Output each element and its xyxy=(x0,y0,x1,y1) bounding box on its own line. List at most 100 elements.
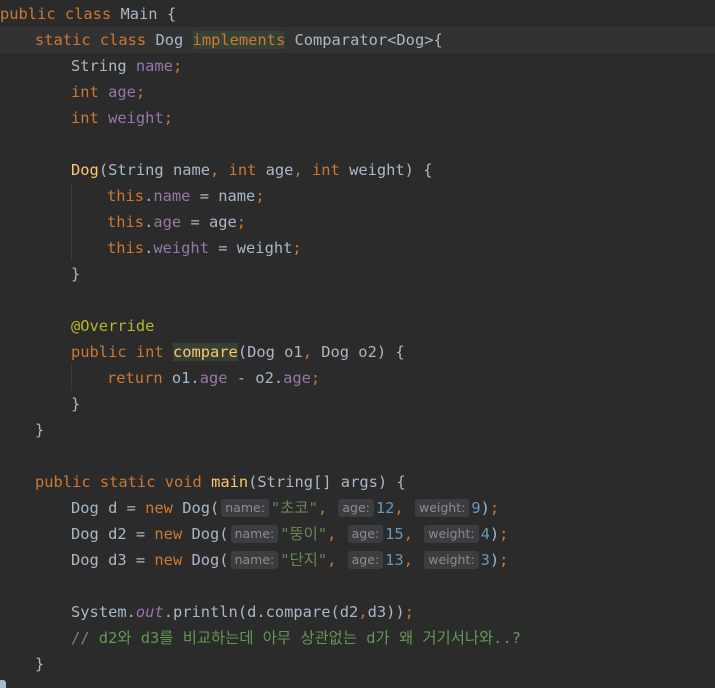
code-token: , xyxy=(327,551,346,569)
code-token: compare xyxy=(172,343,238,361)
code-line[interactable]: } xyxy=(0,651,715,677)
code-line[interactable]: } xyxy=(0,417,715,443)
parameter-hint: weight: xyxy=(414,499,470,517)
code-line[interactable]: // d2와 d3를 비교하는데 아무 상관없는 d가 왜 거기서나와..? xyxy=(0,625,715,651)
code-token: static class xyxy=(35,31,156,49)
code-token: = name xyxy=(190,187,256,205)
code-token: "단지" xyxy=(280,551,328,569)
code-token: "뚱이" xyxy=(280,525,328,543)
parameter-hint: age: xyxy=(347,525,384,543)
code-token: ; xyxy=(163,109,173,127)
code-token: , xyxy=(394,499,413,517)
code-line[interactable]: public class Main { xyxy=(0,1,715,27)
code-token: , xyxy=(210,161,229,179)
code-token: implements xyxy=(192,31,286,49)
code-token: age xyxy=(199,369,228,387)
parameter-hint: name: xyxy=(230,525,279,543)
code-token: public int xyxy=(71,343,173,361)
code-line[interactable]: } xyxy=(0,261,715,287)
code-line[interactable]: Dog(String name, int age, int weight) { xyxy=(0,157,715,183)
code-token: ; xyxy=(499,551,509,569)
code-token: = weight xyxy=(208,239,293,257)
code-editor[interactable]: public class Main {static class Dog impl… xyxy=(0,0,715,688)
code-line[interactable]: String name; xyxy=(0,53,715,79)
code-token: 4 xyxy=(480,525,490,543)
code-line[interactable]: public static void main(String[] args) { xyxy=(0,469,715,495)
code-token: // d2와 d3를 비교하는데 아무 상관없는 d가 왜 거기서나와..? xyxy=(71,629,521,647)
code-token: Main xyxy=(120,5,167,23)
code-token: ; xyxy=(292,239,302,257)
code-token: Dog d = xyxy=(71,499,146,517)
code-token: age xyxy=(108,83,136,101)
code-token: this xyxy=(107,239,145,257)
code-line[interactable] xyxy=(0,287,715,313)
code-line[interactable]: public int compare(Dog o1, Dog o2) { xyxy=(0,339,715,365)
code-token: , xyxy=(403,551,423,569)
code-token: Dog d3 = xyxy=(71,551,155,569)
code-token: { xyxy=(166,5,177,23)
code-token: ) xyxy=(480,499,490,517)
code-line[interactable]: Dog d = new Dog(name: "초코", age: 12, weigh… xyxy=(0,495,715,521)
code-line[interactable]: this.name = name; xyxy=(0,183,715,209)
code-token: public class xyxy=(0,5,121,23)
code-line[interactable]: this.weight = weight; xyxy=(0,235,715,261)
parameter-hint: weight: xyxy=(424,551,479,569)
code-line[interactable]: this.age = age; xyxy=(0,209,715,235)
code-token: Comparator<Dog>{ xyxy=(285,31,443,49)
code-token: Dog d2 = xyxy=(71,525,155,543)
code-line[interactable]: int age; xyxy=(0,79,715,105)
code-token: } xyxy=(71,395,81,413)
code-line[interactable] xyxy=(0,573,715,599)
code-token: 3 xyxy=(480,551,490,569)
code-line[interactable]: static class Dog implements Comparator<D… xyxy=(0,27,715,53)
code-token: 15 xyxy=(385,525,404,543)
code-line[interactable]: Dog d2 = new Dog(name: "뚱이", age: 15, weig… xyxy=(0,521,715,547)
code-token: weight) { xyxy=(349,161,433,179)
code-token: , xyxy=(358,603,368,621)
code-token: this xyxy=(107,213,145,231)
code-token: Dog( xyxy=(191,525,229,543)
code-token: new xyxy=(145,499,183,517)
code-token: (Dog o1 xyxy=(237,343,303,361)
code-token: ; xyxy=(172,57,183,75)
code-token: new xyxy=(154,551,192,569)
code-token: age xyxy=(265,161,294,179)
code-token: ; xyxy=(135,83,146,101)
parameter-hint: name: xyxy=(230,551,279,569)
closing-brace-fragment xyxy=(0,680,6,688)
code-line[interactable] xyxy=(0,443,715,469)
code-token: int xyxy=(228,161,266,179)
code-token: 9 xyxy=(471,499,481,517)
code-token: (String name xyxy=(98,161,211,179)
code-token: int xyxy=(312,161,350,179)
code-token: Dog o2) { xyxy=(321,343,405,361)
code-line[interactable] xyxy=(0,131,715,157)
code-line[interactable]: System.out.println(d.compare(d2,d3)); xyxy=(0,599,715,625)
code-token: , xyxy=(327,525,346,543)
code-token: name xyxy=(153,187,191,205)
code-token: age xyxy=(283,369,311,387)
code-token: } xyxy=(35,421,45,439)
code-token: return xyxy=(107,369,172,387)
code-token: age xyxy=(153,213,182,231)
code-token: ; xyxy=(499,525,509,543)
code-token: .println(d.compare(d2 xyxy=(163,603,359,621)
code-token: weight xyxy=(153,239,209,257)
code-token: "초코" xyxy=(270,499,318,517)
parameter-hint: age: xyxy=(338,499,374,517)
code-line[interactable]: int weight; xyxy=(0,105,715,131)
code-token: - o2. xyxy=(227,369,284,387)
code-token: out xyxy=(135,603,164,621)
code-token: = age xyxy=(181,213,237,231)
code-token: } xyxy=(71,265,81,283)
parameter-hint: weight: xyxy=(424,525,479,543)
code-line[interactable]: @Override xyxy=(0,313,715,339)
code-line[interactable]: return o1.age - o2.age; xyxy=(0,365,715,391)
code-line[interactable]: Dog d3 = new Dog(name: "단지", age: 13, weig… xyxy=(0,547,715,573)
code-line[interactable]: } xyxy=(0,391,715,417)
code-token: ) xyxy=(489,551,500,569)
code-token: . xyxy=(144,239,154,257)
code-token: int xyxy=(71,109,109,127)
code-token: d3)) xyxy=(367,603,405,621)
code-token: ) xyxy=(489,525,500,543)
